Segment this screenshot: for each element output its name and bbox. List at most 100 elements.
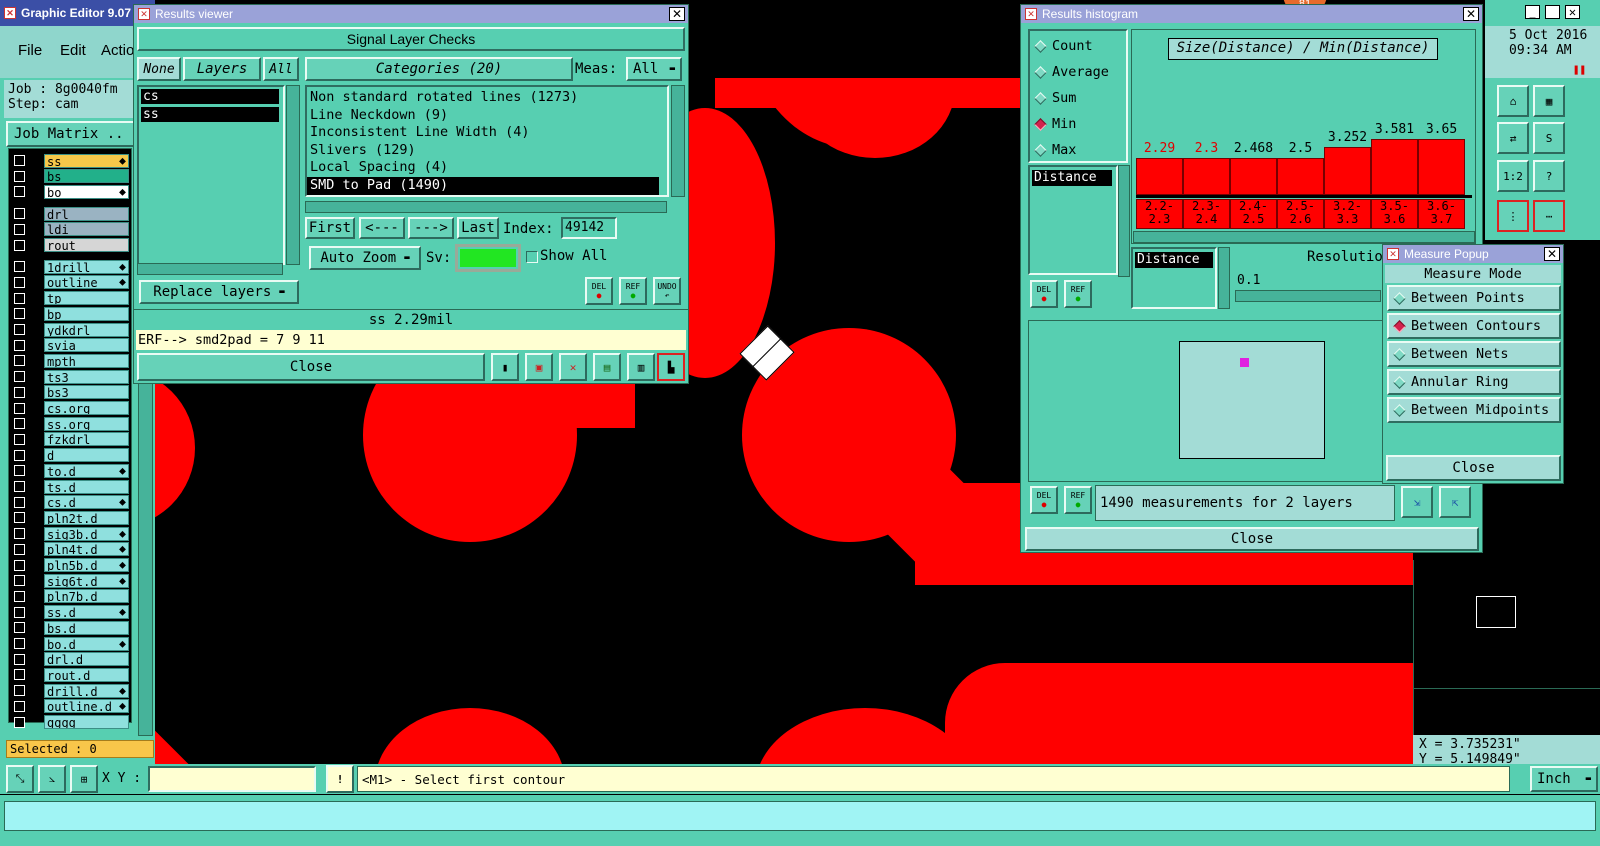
layer-name[interactable]: ts.d <box>44 479 129 494</box>
layer-row-1drill[interactable]: 1drill ⬥ <box>11 259 129 274</box>
histogram-bar[interactable] <box>1230 158 1277 195</box>
histogram-bar[interactable] <box>1183 158 1230 195</box>
measure-angle-icon[interactable]: ⦣ <box>38 765 66 793</box>
traffic-light-icon[interactable]: ⋮ <box>1497 200 1529 232</box>
layer-row-ldi[interactable]: ldi <box>11 222 129 237</box>
layer-row-drill-d[interactable]: drill.d ⬥ <box>11 683 129 698</box>
layer-name[interactable]: ss ⬥ <box>44 153 129 168</box>
layer-checkbox[interactable] <box>14 481 25 492</box>
layer-row-ydkdrl[interactable]: ydkdrl <box>11 322 129 337</box>
layer-row-bs[interactable]: bs <box>11 169 129 184</box>
layer-name[interactable]: outline.d ⬥ <box>44 699 129 714</box>
show-all-checkbox[interactable] <box>526 251 538 263</box>
layer-row-sig3b-d[interactable]: sig3b.d ⬥ <box>11 526 129 541</box>
layer-row-rout-d[interactable]: rout.d <box>11 667 129 682</box>
layer-name[interactable]: drill.d ⬥ <box>44 683 129 698</box>
layer-row-sig6t-d[interactable]: sig6t.d ⬥ <box>11 573 129 588</box>
measure-mode-option[interactable]: Between Contours <box>1387 313 1561 339</box>
layer-item-cs[interactable]: cs <box>141 89 279 104</box>
layers-scrollbar[interactable] <box>286 85 300 265</box>
layer-checkbox[interactable] <box>14 355 25 367</box>
layer-name[interactable]: sig3b.d ⬥ <box>44 526 129 541</box>
layer-name[interactable]: rout.d <box>44 667 129 682</box>
index-input[interactable]: 49142 <box>561 217 617 239</box>
grid-snap-icon[interactable]: ⊞ <box>70 765 98 793</box>
layer-checkbox[interactable] <box>14 606 25 618</box>
layer-checkbox[interactable] <box>14 669 25 681</box>
layer-list[interactable]: ss ⬥ bs bo ⬥ drl ldi rout 1drill ⬥ outline ⬥ tp bp ydk… <box>8 148 132 729</box>
layer-row-rout[interactable]: rout <box>11 238 129 253</box>
histogram-bar[interactable] <box>1277 158 1324 195</box>
layer-checkbox[interactable] <box>14 496 25 508</box>
zoom-extents-icon[interactable]: ⤡ <box>6 765 34 793</box>
aggregate-mode-average[interactable]: Average <box>1030 59 1126 85</box>
histogram-titlebar[interactable]: ✕ Results histogram ✕ <box>1021 5 1482 23</box>
layer-row-svia[interactable]: svia <box>11 338 129 353</box>
layer-checkbox[interactable] <box>14 208 25 220</box>
layer-checkbox[interactable] <box>14 449 25 461</box>
histogram-bar[interactable] <box>1371 139 1418 195</box>
layer-checkbox[interactable] <box>14 590 25 602</box>
layer-name[interactable]: fzkdrl <box>44 432 129 447</box>
scale-ratio-icon[interactable]: 1:2 <box>1497 160 1529 192</box>
results-viewer-close-button[interactable]: Close <box>137 353 485 381</box>
layer-name[interactable]: mpth <box>44 353 129 368</box>
histogram-field-distance[interactable]: Distance <box>1032 170 1112 186</box>
layer-row-ss-org[interactable]: ss.org <box>11 416 129 431</box>
export-right-icon[interactable]: ⇱ <box>1439 486 1471 518</box>
ref-icon[interactable]: REF ● <box>1064 280 1092 308</box>
layer-item-ss[interactable]: ss <box>141 107 279 122</box>
del-icon[interactable]: DEL ● <box>585 277 613 305</box>
layer-checkbox[interactable] <box>14 528 25 540</box>
layer-name[interactable]: bp <box>44 306 129 321</box>
snake-icon[interactable]: S <box>1533 122 1565 154</box>
first-button[interactable]: First <box>305 217 355 239</box>
layer-row-outline-d[interactable]: outline.d ⬥ <box>11 699 129 714</box>
export-icon[interactable]: ▣ <box>525 353 553 381</box>
layer-row-mpth[interactable]: mpth <box>11 353 129 368</box>
layer-row-gggg[interactable]: gggg <box>11 715 129 730</box>
last-button[interactable]: Last <box>457 217 499 239</box>
layer-checkbox[interactable] <box>14 261 25 273</box>
menu-edit[interactable]: Edit <box>60 42 86 59</box>
prev-button[interactable]: <--- <box>359 217 405 239</box>
layer-checkbox[interactable] <box>14 324 25 335</box>
network-icon[interactable]: ⋯ <box>1533 200 1565 232</box>
report-icon[interactable]: ▥ <box>627 353 655 381</box>
auto-zoom-select[interactable]: Auto Zoom ▬ <box>309 246 421 270</box>
layer-name[interactable]: bs <box>44 169 129 184</box>
layer-checkbox[interactable] <box>14 418 25 430</box>
layer-row-bs-d[interactable]: bs.d <box>11 620 129 635</box>
layer-name[interactable]: cs.d ⬥ <box>44 495 129 510</box>
layer-name[interactable]: ydkdrl <box>44 322 129 337</box>
menu-file[interactable]: File <box>18 42 42 59</box>
histogram-bar[interactable] <box>1324 147 1371 195</box>
xy-input[interactable] <box>148 766 316 792</box>
resolution-field-distance[interactable]: Distance <box>1135 252 1213 268</box>
histogram-field-list[interactable]: Distance <box>1028 165 1118 275</box>
layer-checkbox[interactable] <box>14 433 25 445</box>
layers-list[interactable]: cs ss <box>137 85 285 265</box>
category-item[interactable]: Inconsistent Line Width (4) <box>307 124 667 142</box>
layer-name[interactable]: drl.d <box>44 652 129 667</box>
layer-name[interactable]: pln2t.d <box>44 510 129 525</box>
layer-row-pln5b-d[interactable]: pln5b.d ⬥ <box>11 558 129 573</box>
histogram-bar[interactable] <box>1136 158 1183 195</box>
layer-name[interactable]: rout <box>44 238 129 252</box>
layer-checkbox[interactable] <box>14 575 25 587</box>
del-icon[interactable]: DEL ● <box>1030 280 1058 308</box>
layer-row-pln7b-d[interactable]: pln7b.d <box>11 589 129 604</box>
layer-name[interactable]: d <box>44 448 129 463</box>
all-button[interactable]: All <box>263 57 299 81</box>
category-item[interactable]: Non standard rotated lines (1273) <box>307 89 667 107</box>
layer-checkbox[interactable] <box>14 276 25 288</box>
layer-checkbox[interactable] <box>14 223 25 235</box>
layer-row-to-d[interactable]: to.d ⬥ <box>11 463 129 478</box>
layer-checkbox[interactable] <box>14 371 25 383</box>
results-viewer-titlebar[interactable]: ✕ Results viewer ✕ <box>134 5 688 23</box>
measure-popup-titlebar[interactable]: ✕ Measure Popup ✕ <box>1383 245 1563 263</box>
layer-name[interactable]: ts3 <box>44 369 129 384</box>
chart-icon[interactable]: ▮ <box>491 353 519 381</box>
measure-mode-option[interactable]: Between Midpoints <box>1387 397 1561 423</box>
categories-list[interactable]: Non standard rotated lines (1273) Line Ne… <box>305 85 669 197</box>
